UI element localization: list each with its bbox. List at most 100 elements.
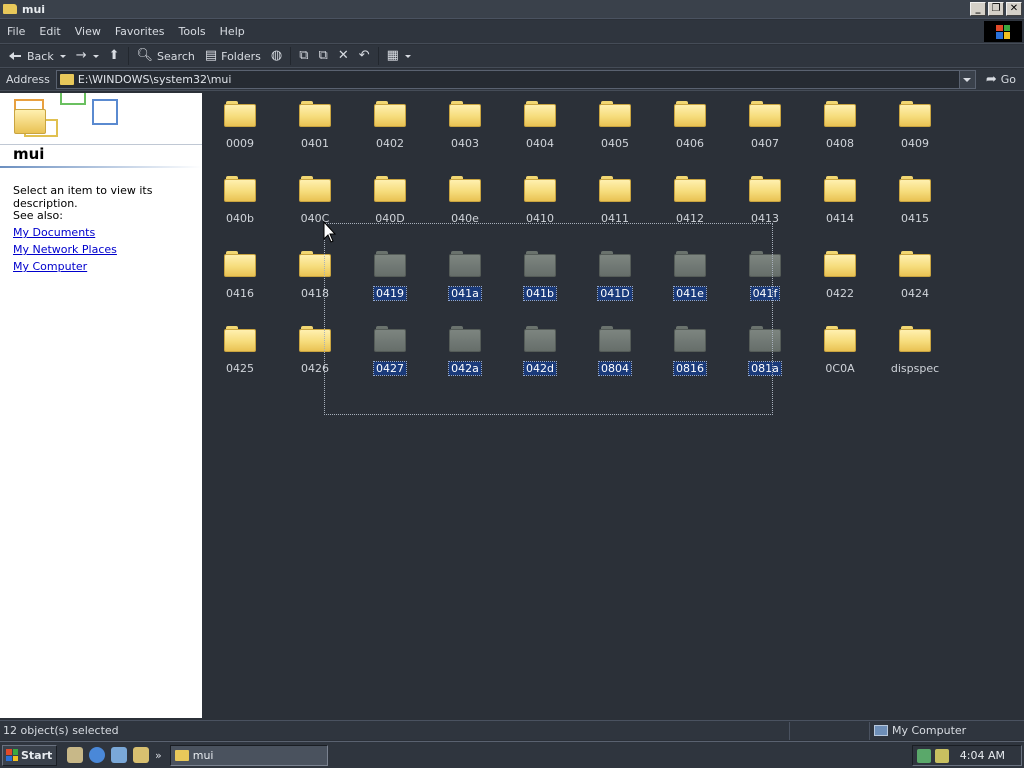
views-button[interactable]: ▦: [382, 46, 416, 66]
folder-item[interactable]: 041D: [580, 247, 650, 317]
folder-item[interactable]: 0424: [880, 247, 950, 317]
internet-explorer-icon[interactable]: [89, 747, 105, 763]
menu-edit[interactable]: Edit: [32, 25, 67, 38]
folder-item[interactable]: 0414: [805, 172, 875, 242]
menu-view[interactable]: View: [68, 25, 108, 38]
folder-label: 0409: [901, 137, 929, 150]
folder-item[interactable]: 0407: [730, 97, 800, 167]
folder-label: 0418: [301, 287, 329, 300]
back-button[interactable]: Back: [4, 46, 71, 66]
folder-item[interactable]: 040e: [430, 172, 500, 242]
search-button[interactable]: 🔍︎ Search: [132, 46, 200, 66]
folder-item[interactable]: 040C: [280, 172, 350, 242]
minimize-button[interactable]: _: [970, 2, 986, 16]
folder-item[interactable]: 0C0A: [805, 322, 875, 392]
copy-to-button[interactable]: ⧉: [314, 46, 333, 66]
move-to-button[interactable]: ⧉: [294, 46, 313, 66]
folder-item[interactable]: 042d: [505, 322, 575, 392]
go-button[interactable]: ➦ Go: [986, 72, 1016, 87]
folder-item[interactable]: 041a: [430, 247, 500, 317]
folder-item[interactable]: 040b: [205, 172, 275, 242]
folder-item[interactable]: 0402: [355, 97, 425, 167]
link-my-computer[interactable]: My Computer: [13, 260, 87, 273]
show-desktop-icon[interactable]: [67, 747, 83, 763]
folder-item[interactable]: 0408: [805, 97, 875, 167]
forward-button[interactable]: →: [71, 46, 104, 66]
folder-label: 0009: [226, 137, 254, 150]
file-list-view[interactable]: 0009 0401 0402 0403 0404 0405 0406 0407 0408 0409…: [203, 93, 1024, 718]
folder-label: 040C: [300, 212, 330, 225]
folder-item[interactable]: 041e: [655, 247, 725, 317]
folder-item[interactable]: 0401: [280, 97, 350, 167]
folder-icon: [224, 251, 256, 277]
folder-item[interactable]: 0413: [730, 172, 800, 242]
folder-item[interactable]: 0804: [580, 322, 650, 392]
folder-item[interactable]: 0422: [805, 247, 875, 317]
folder-item[interactable]: 0412: [655, 172, 725, 242]
undo-button[interactable]: ↶: [354, 46, 375, 66]
folder-item[interactable]: 0403: [430, 97, 500, 167]
see-also-label: See also:: [13, 209, 63, 222]
folder-label: 0426: [301, 362, 329, 375]
folder-item[interactable]: 0418: [280, 247, 350, 317]
menu-help[interactable]: Help: [213, 25, 252, 38]
menu-file[interactable]: File: [0, 25, 32, 38]
folder-item[interactable]: 0416: [205, 247, 275, 317]
menu-favorites[interactable]: Favorites: [108, 25, 172, 38]
folder-item[interactable]: dispspec: [880, 322, 950, 392]
restore-button[interactable]: ❐: [988, 2, 1004, 16]
folder-item[interactable]: 0404: [505, 97, 575, 167]
up-button[interactable]: ⬆: [104, 46, 125, 66]
clock[interactable]: 4:04 AM: [960, 749, 1005, 762]
close-button[interactable]: ✕: [1006, 2, 1022, 16]
start-button[interactable]: Start: [2, 744, 57, 766]
folder-item[interactable]: 040D: [355, 172, 425, 242]
folder-label: 0413: [751, 212, 779, 225]
folder-icon: [674, 326, 706, 352]
folder-item[interactable]: 0426: [280, 322, 350, 392]
explorer-icon[interactable]: [133, 747, 149, 763]
folder-icon: [524, 101, 556, 127]
folder-item[interactable]: 0816: [655, 322, 725, 392]
folder-icon: [299, 176, 331, 202]
link-my-documents[interactable]: My Documents: [13, 226, 95, 239]
status-panel: [790, 721, 870, 740]
history-button[interactable]: ◍: [266, 46, 287, 66]
folder-item[interactable]: 0009: [205, 97, 275, 167]
folders-button[interactable]: ▤ Folders: [200, 46, 266, 66]
folder-item[interactable]: 0409: [880, 97, 950, 167]
outlook-express-icon[interactable]: [111, 747, 127, 763]
folder-item[interactable]: 0419: [355, 247, 425, 317]
back-dropdown-icon[interactable]: [59, 54, 66, 58]
folder-label: 0424: [901, 287, 929, 300]
link-my-network-places[interactable]: My Network Places: [13, 243, 117, 256]
menu-tools[interactable]: Tools: [172, 25, 213, 38]
folder-icon: [374, 101, 406, 127]
folder-item[interactable]: 041b: [505, 247, 575, 317]
tray-app-icon[interactable]: [935, 748, 949, 763]
folder-item[interactable]: 0405: [580, 97, 650, 167]
folder-item[interactable]: 0425: [205, 322, 275, 392]
folder-item[interactable]: 0411: [580, 172, 650, 242]
views-dropdown-icon[interactable]: [404, 54, 411, 58]
taskbar-button-mui[interactable]: mui: [169, 744, 328, 766]
address-dropdown-button[interactable]: [958, 71, 975, 88]
folder-icon: [599, 326, 631, 352]
folder-icon: [899, 326, 931, 352]
address-input[interactable]: E:\WINDOWS\system32\mui: [55, 70, 976, 89]
status-zone: My Computer: [870, 724, 966, 737]
folder-item[interactable]: 042a: [430, 322, 500, 392]
folder-item[interactable]: 0410: [505, 172, 575, 242]
folder-icon: [599, 251, 631, 277]
forward-dropdown-icon[interactable]: [92, 54, 99, 58]
network-icon[interactable]: [917, 748, 931, 763]
folder-item[interactable]: 041f: [730, 247, 800, 317]
folder-item[interactable]: 0406: [655, 97, 725, 167]
folder-icon: [299, 251, 331, 277]
folder-item[interactable]: 0415: [880, 172, 950, 242]
folder-item[interactable]: 081a: [730, 322, 800, 392]
quick-launch-more-button[interactable]: »: [155, 749, 162, 762]
folder-item[interactable]: 0427: [355, 322, 425, 392]
folder-icon: [299, 101, 331, 127]
delete-button[interactable]: ✕: [333, 46, 354, 66]
